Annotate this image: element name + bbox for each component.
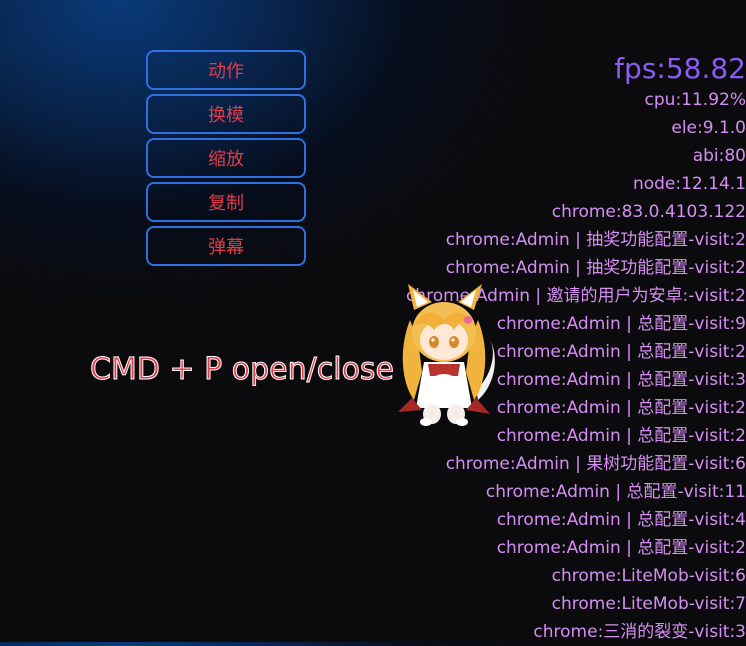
- stat-line: chrome:Admin | 果树功能配置-visit:6: [445, 454, 746, 474]
- stat-line: chrome:Admin | 总配置-visit:4: [496, 510, 746, 530]
- stat-line: abi:80: [692, 146, 746, 166]
- switch-model-button[interactable]: 换模: [146, 94, 306, 134]
- stat-line: chrome:LiteMob-visit:7: [551, 594, 746, 614]
- fps-readout: fps:58.82: [614, 52, 746, 85]
- stat-line: chrome:Admin | 总配置-visit:11: [485, 482, 746, 502]
- stat-line: chrome:Admin | 抽奖功能配置-visit:2: [445, 230, 746, 250]
- stat-line: chrome:83.0.4103.122: [551, 202, 746, 222]
- stat-line: node:12.14.1: [632, 174, 746, 194]
- stat-line: ele:9.1.0: [671, 118, 746, 138]
- stat-line: chrome:Admin | 总配置-visit:2: [496, 538, 746, 558]
- desktop-overlay: 动作 换模 缩放 复制 弹幕 CMD + P open/close fps:58…: [0, 0, 746, 642]
- copy-button[interactable]: 复制: [146, 182, 306, 222]
- action-button[interactable]: 动作: [146, 50, 306, 90]
- scale-button[interactable]: 缩放: [146, 138, 306, 178]
- shortcut-hint: CMD + P open/close: [89, 352, 395, 388]
- danmaku-button[interactable]: 弹幕: [146, 226, 306, 266]
- fox-girl-mascot[interactable]: [388, 280, 500, 430]
- stat-line: cpu:11.92%: [644, 90, 746, 110]
- stat-line: chrome:Admin | 抽奖功能配置-visit:2: [445, 258, 746, 278]
- stat-line: chrome:LiteMob-visit:6: [551, 566, 746, 586]
- live2d-menu: 动作 换模 缩放 复制 弹幕: [146, 50, 306, 270]
